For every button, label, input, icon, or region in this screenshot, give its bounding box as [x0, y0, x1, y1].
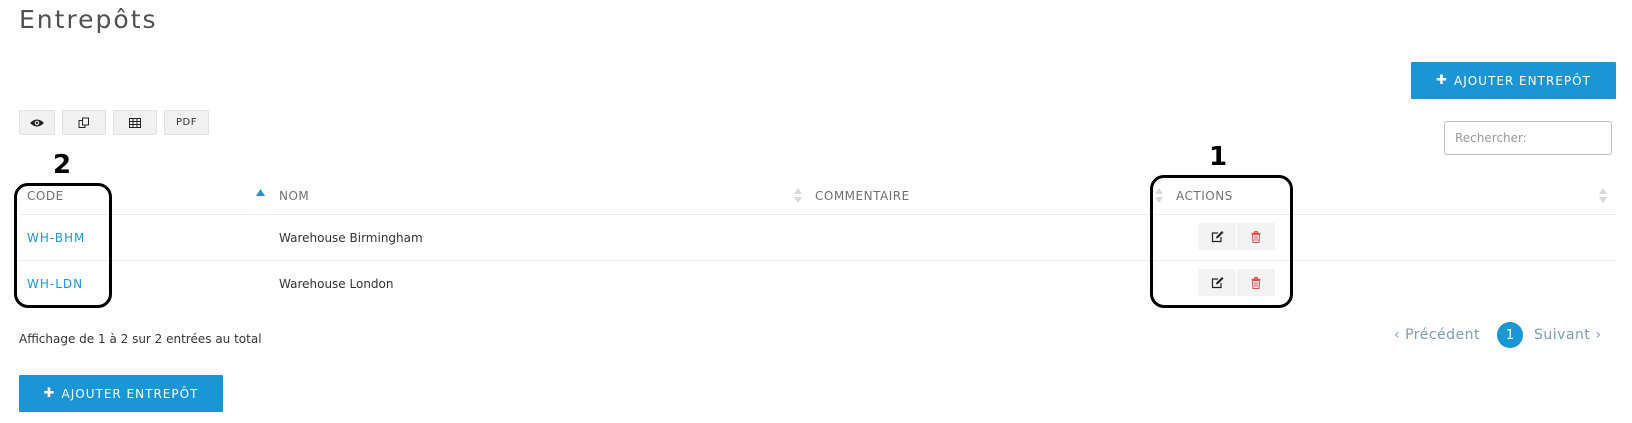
warehouse-name: Warehouse London [279, 277, 394, 291]
add-warehouse-button-bottom[interactable]: ✚ AJOUTER ENTREPÔT [19, 375, 223, 412]
pagination-previous-label: Précédent [1405, 327, 1481, 343]
header-divider [19, 214, 1616, 215]
annotation-label-1: 1 [1209, 142, 1228, 172]
warehouse-name: Warehouse Birmingham [279, 231, 423, 245]
pagination-next[interactable]: Suivant › [1534, 327, 1602, 343]
table-icon [129, 117, 141, 128]
annotation-box-actions [1150, 175, 1293, 308]
sort-ascending-icon[interactable] [256, 189, 265, 196]
eye-icon [30, 119, 44, 126]
pdf-button[interactable]: PDF [164, 110, 209, 135]
pagination-page-1[interactable]: 1 [1497, 322, 1523, 348]
pagination-next-label: Suivant [1534, 327, 1591, 343]
add-warehouse-label: AJOUTER ENTREPÔT [61, 386, 199, 401]
pagination-previous[interactable]: ‹ Précédent [1394, 327, 1480, 343]
row-divider [19, 260, 1616, 261]
column-header-nom[interactable]: NOM [279, 189, 309, 203]
plus-icon: ✚ [1436, 73, 1449, 88]
spreadsheet-button[interactable] [113, 110, 157, 135]
pdf-label: PDF [176, 117, 197, 128]
sort-both-icon[interactable] [1599, 188, 1607, 203]
search-input[interactable] [1444, 121, 1612, 155]
column-visibility-button[interactable] [19, 110, 55, 135]
table-info: Affichage de 1 à 2 sur 2 entrées au tota… [19, 332, 262, 346]
sort-both-icon[interactable] [794, 188, 802, 203]
annotation-label-2: 2 [53, 150, 72, 180]
add-warehouse-button-top[interactable]: ✚ AJOUTER ENTREPÔT [1411, 62, 1616, 99]
page-title: Entrepôts [19, 5, 158, 34]
copy-icon [78, 117, 89, 128]
chevron-right-icon: › [1595, 327, 1602, 343]
plus-icon: ✚ [43, 386, 56, 401]
annotation-box-code [14, 183, 112, 308]
copy-button[interactable] [62, 110, 106, 135]
chevron-left-icon: ‹ [1394, 327, 1401, 343]
add-warehouse-label: AJOUTER ENTREPÔT [1454, 73, 1591, 88]
column-header-commentaire[interactable]: COMMENTAIRE [815, 189, 910, 203]
